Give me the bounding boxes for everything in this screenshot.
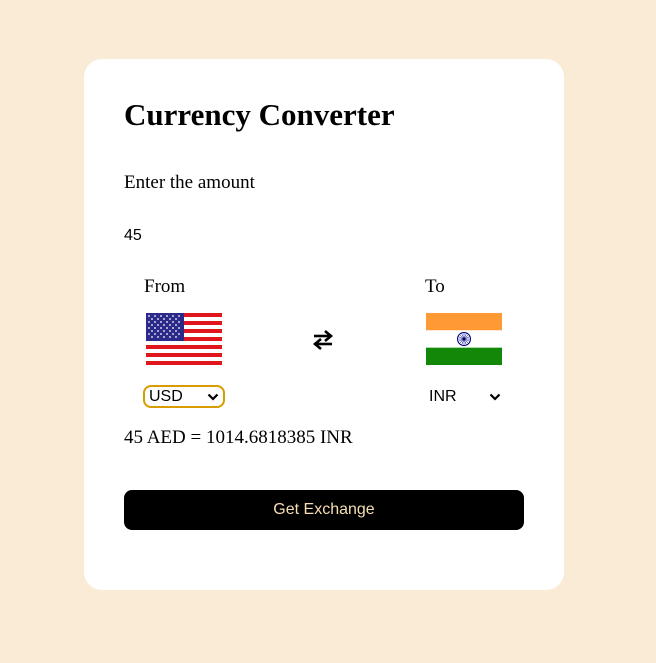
amount-label: Enter the amount	[124, 172, 255, 193]
swap-button[interactable]	[308, 325, 338, 355]
to-currency-value: INR	[429, 387, 457, 405]
india-flag-icon	[426, 313, 502, 365]
converter-card: Currency Converter Enter the amount From…	[84, 59, 564, 590]
get-exchange-button[interactable]: Get Exchange	[124, 490, 524, 530]
exchange-result: 45 AED = 1014.6818385 INR	[124, 427, 353, 448]
chevron-down-icon	[489, 393, 501, 401]
us-flag-icon	[146, 313, 222, 365]
to-currency-select[interactable]: INR	[425, 385, 505, 408]
from-currency-value: USD	[149, 387, 183, 405]
from-label: From	[144, 276, 186, 297]
page-title: Currency Converter	[124, 97, 395, 132]
from-currency-select[interactable]: USD	[143, 385, 225, 408]
chevron-down-icon	[207, 393, 219, 401]
amount-input[interactable]	[124, 216, 524, 256]
to-label: To	[425, 276, 445, 297]
swap-arrows-icon	[312, 330, 334, 350]
